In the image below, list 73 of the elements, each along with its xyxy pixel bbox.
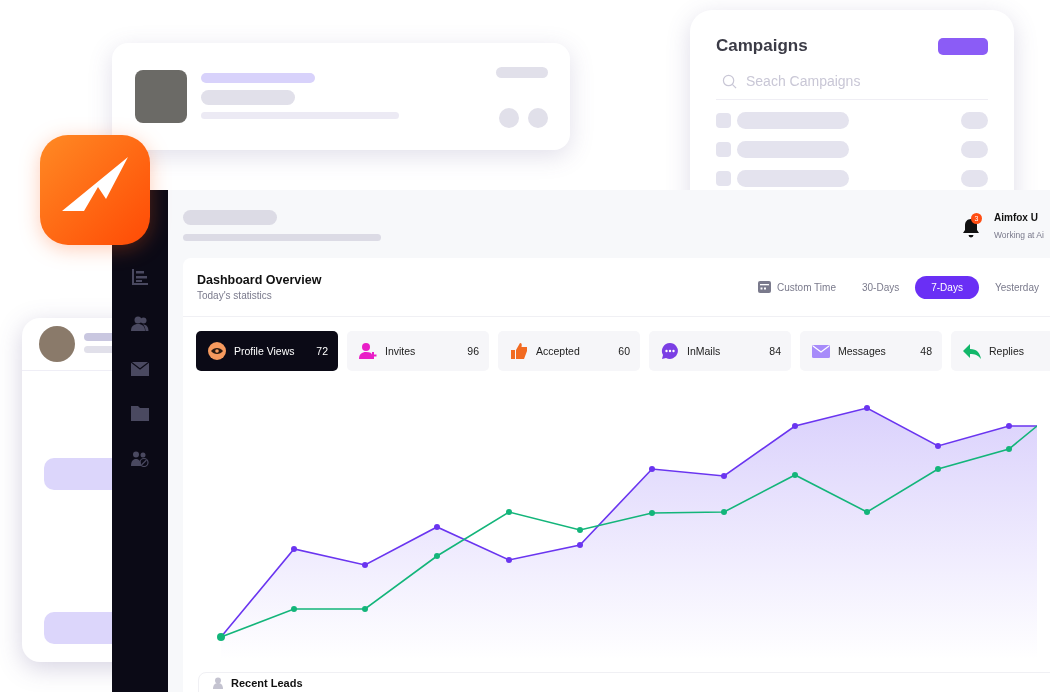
thumbs-up-icon xyxy=(510,342,528,360)
action-button[interactable] xyxy=(938,37,988,55)
stat-label: Profile Views xyxy=(234,345,296,357)
stat-tile[interactable]: Profile Views 72 xyxy=(196,331,338,371)
date-filter-tab[interactable]: Yesterday xyxy=(984,275,1049,299)
add-user-icon xyxy=(359,342,377,360)
avatar-placeholder xyxy=(39,326,75,362)
user-icon xyxy=(213,677,225,689)
user-name: Aimfox U xyxy=(994,212,1039,223)
placeholder-pill xyxy=(961,141,988,158)
chart-point xyxy=(864,509,870,515)
stat-tile[interactable]: Invites 96 xyxy=(347,331,489,371)
folder-icon[interactable] xyxy=(131,406,149,421)
chart-point xyxy=(864,405,870,411)
date-filter-tab[interactable]: 7-Days xyxy=(915,275,979,299)
card-subtitle: Today's statistics xyxy=(197,290,273,301)
chart-point xyxy=(291,546,297,552)
chart-point xyxy=(792,472,798,478)
chart-point xyxy=(649,510,655,516)
chart-point xyxy=(721,509,727,515)
stat-value: 48 xyxy=(920,345,932,357)
stat-label: InMails xyxy=(687,345,722,357)
stat-value: 84 xyxy=(769,345,781,357)
envelope-icon xyxy=(812,342,830,360)
placeholder-dot xyxy=(499,108,519,128)
chart-point xyxy=(506,557,512,563)
chart-point xyxy=(217,633,225,641)
stat-label: Invites xyxy=(385,345,417,357)
chart-point xyxy=(792,423,798,429)
users-icon[interactable] xyxy=(131,316,149,332)
placeholder-dot xyxy=(528,108,548,128)
stat-label: Replies xyxy=(989,345,1026,357)
search-icon xyxy=(722,73,737,89)
placeholder-pill xyxy=(961,170,988,187)
chart-point xyxy=(721,473,727,479)
chart-point xyxy=(506,509,512,515)
blocked-users-icon[interactable] xyxy=(131,451,149,467)
chart-point xyxy=(1006,423,1012,429)
chart-point xyxy=(291,606,297,612)
chart-point xyxy=(362,562,368,568)
reply-icon xyxy=(963,342,981,360)
calendar-icon xyxy=(758,281,772,293)
stat-label: Messages xyxy=(838,345,887,357)
chart-point xyxy=(362,606,368,612)
chart-point xyxy=(577,527,583,533)
bar-chart-icon[interactable] xyxy=(131,268,149,286)
stat-label: Accepted xyxy=(536,345,581,357)
chart-point xyxy=(1006,446,1012,452)
date-filter-tab[interactable]: 30-Days xyxy=(851,275,910,299)
placeholder-pill xyxy=(961,112,988,129)
chart-point xyxy=(649,466,655,472)
stat-value: 72 xyxy=(316,345,328,357)
chat-icon xyxy=(661,342,679,360)
photo-placeholder xyxy=(135,70,187,123)
stat-tile[interactable]: InMails 84 xyxy=(649,331,791,371)
card-title: Dashboard Overview xyxy=(197,273,322,287)
stat-tile[interactable]: Messages 48 xyxy=(800,331,942,371)
chart-point xyxy=(935,443,941,449)
panel-title: Recent Leads xyxy=(231,677,303,689)
stat-value: 60 xyxy=(618,345,630,357)
user-subtitle: Working at Ai xyxy=(994,230,1045,240)
mail-icon[interactable] xyxy=(131,362,149,376)
date-filter-tab[interactable]: Custom Time xyxy=(748,275,846,299)
eye-icon xyxy=(208,342,226,360)
stat-tile[interactable]: Replies xyxy=(951,331,1050,371)
stat-tile[interactable]: Accepted 60 xyxy=(498,331,640,371)
stat-value: 96 xyxy=(467,345,479,357)
card-title: Campaigns xyxy=(716,36,808,56)
chart-point xyxy=(577,542,583,548)
chart-point xyxy=(434,524,440,530)
search-field[interactable]: Seach Campaigns xyxy=(746,73,986,89)
chart-point xyxy=(434,553,440,559)
chart-point xyxy=(935,466,941,472)
